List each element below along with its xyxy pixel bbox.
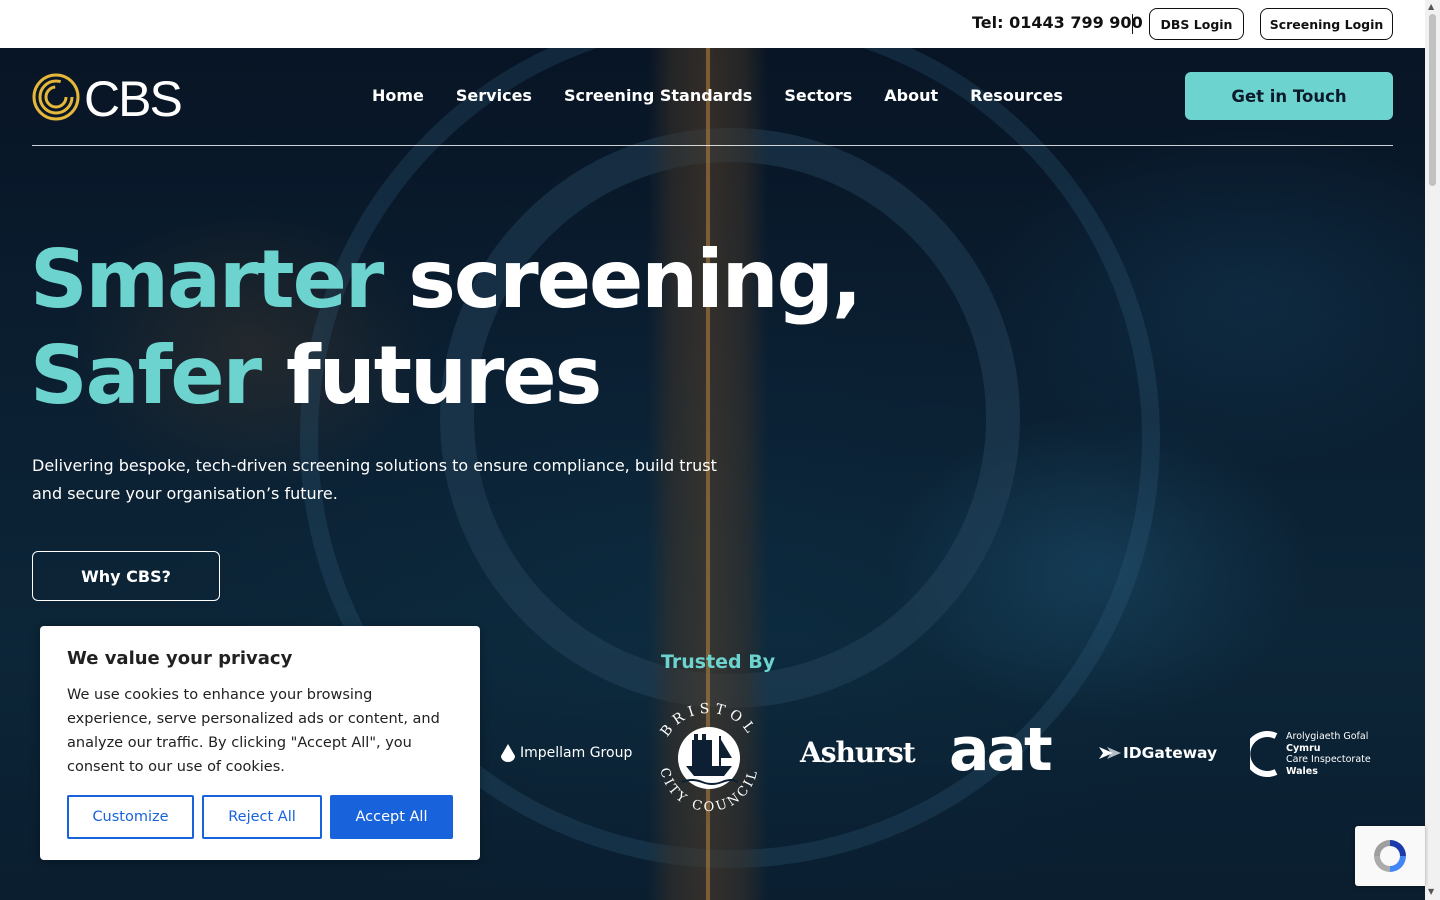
cookie-accept-all-button[interactable]: Accept All — [330, 795, 453, 839]
headline-accent-2: Safer — [30, 329, 262, 422]
impellam-logo-text: Impellam Group — [520, 745, 633, 761]
care-inspectorate-c-icon — [1250, 731, 1278, 777]
dbs-login-button[interactable]: DBS Login — [1149, 8, 1244, 40]
nav-item-resources[interactable]: Resources — [970, 86, 1063, 105]
recaptcha-badge[interactable] — [1355, 826, 1425, 886]
idgateway-logo: IDGateway — [1099, 744, 1217, 762]
cymru-line-2: Cymru — [1286, 742, 1321, 754]
scrollbar-thumb[interactable] — [1429, 14, 1436, 186]
nav-item-about[interactable]: About — [884, 86, 938, 105]
cookie-consent-dialog: We value your privacy We use cookies to … — [40, 626, 480, 860]
why-cbs-button[interactable]: Why CBS? — [32, 551, 220, 601]
bristol-city-council-logo: BRISTOL CITY COUNCIL — [648, 696, 770, 822]
main-nav: Home Services Screening Standards Sector… — [372, 86, 1063, 105]
scroll-up-icon[interactable]: ▲ — [1428, 2, 1434, 11]
cymru-line-3: Care Inspectorate — [1286, 754, 1371, 765]
cookie-reject-all-button[interactable]: Reject All — [202, 795, 322, 839]
bristol-seal-icon: BRISTOL CITY COUNCIL — [656, 701, 758, 815]
hero-subtext: Delivering bespoke, tech-driven screenin… — [32, 456, 717, 503]
phone-number[interactable]: Tel: 01443 799 900 — [972, 13, 1143, 32]
screening-login-button[interactable]: Screening Login — [1260, 8, 1393, 40]
nav-item-screening-standards[interactable]: Screening Standards — [564, 86, 752, 105]
cookie-body: We use cookies to enhance your browsing … — [67, 687, 440, 775]
cookie-title: We value your privacy — [67, 648, 293, 669]
aat-logo: aat — [949, 715, 1053, 785]
nav-item-home[interactable]: Home — [372, 86, 424, 105]
top-bar: Tel: 01443 799 900 DBS Login Screening L… — [0, 0, 1425, 48]
idgateway-arrow-icon — [1099, 747, 1121, 759]
headline-rest-2: futures — [260, 329, 602, 422]
care-inspectorate-wales-logo: Arolygiaeth Gofal Cymru Care Inspectorat… — [1250, 730, 1371, 778]
headline-rest-1: screening, — [382, 233, 862, 326]
care-inspectorate-text: Arolygiaeth Gofal Cymru Care Inspectorat… — [1286, 731, 1371, 777]
trusted-by-heading: Trusted By — [661, 651, 776, 673]
header-divider — [32, 145, 1393, 146]
cbs-logo-mark-icon: CBS — [32, 71, 183, 127]
top-bar-divider — [1132, 14, 1133, 34]
impellam-drop-icon — [501, 744, 515, 762]
idgateway-logo-text: IDGateway — [1123, 744, 1218, 762]
headline-accent-1: Smarter — [30, 233, 384, 326]
cbs-logo-text: CBS — [84, 72, 181, 122]
hero-headline: Smarter screening, Safer futures — [30, 232, 862, 424]
recaptcha-icon — [1374, 840, 1406, 872]
get-in-touch-button[interactable]: Get in Touch — [1185, 72, 1393, 120]
cookie-customize-button[interactable]: Customize — [67, 795, 194, 839]
cymru-line-1: Arolygiaeth Gofal — [1286, 731, 1369, 742]
ashurst-logo: Ashurst — [800, 736, 916, 769]
impellam-group-logo: Impellam Group — [500, 744, 632, 762]
scroll-down-icon[interactable]: ▼ — [1428, 887, 1434, 896]
cbs-logo[interactable]: CBS — [32, 71, 184, 127]
nav-item-services[interactable]: Services — [456, 86, 532, 105]
nav-item-sectors[interactable]: Sectors — [784, 86, 852, 105]
cymru-line-4: Wales — [1286, 765, 1318, 777]
